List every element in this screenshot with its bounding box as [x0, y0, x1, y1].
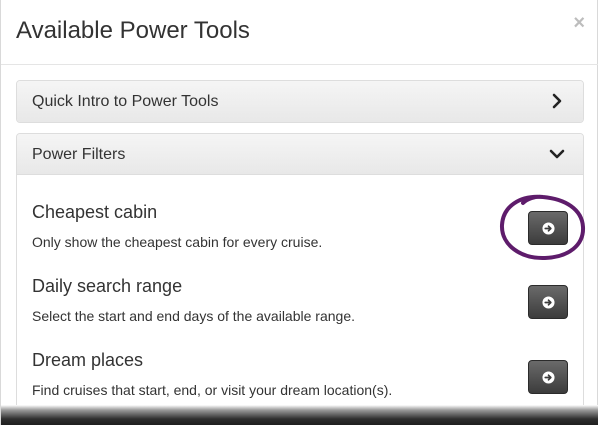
tool-title: Cheapest cabin	[32, 202, 158, 222]
tool-title: Daily search range	[32, 276, 183, 296]
panel-quick-intro: Quick Intro to Power Tools	[16, 80, 584, 123]
panel-quick-intro-title: Quick Intro to Power Tools	[32, 93, 219, 110]
arrow-circle-right-icon	[542, 222, 555, 235]
arrow-circle-right-icon	[542, 371, 555, 384]
arrow-circle-right-icon	[542, 296, 555, 309]
panel-power-filters: Power Filters Cheapest cabin Only show t…	[16, 133, 584, 425]
tool-description: Find cruises that start, end, or visit y…	[32, 382, 393, 398]
modal-title: Available Power Tools	[16, 17, 250, 44]
cheapest-cabin-go-button[interactable]	[528, 211, 568, 245]
bottom-shadow	[1, 405, 598, 425]
close-button[interactable]: ×	[573, 13, 585, 33]
daily-search-range-go-button[interactable]	[528, 285, 568, 319]
modal-header: Available Power Tools ×	[1, 0, 598, 65]
power-tools-modal: Available Power Tools × Quick Intro to P…	[0, 0, 598, 425]
panel-power-filters-title: Power Filters	[32, 146, 126, 163]
tool-description: Select the start and end days of the ava…	[32, 308, 355, 324]
panel-quick-intro-heading[interactable]: Quick Intro to Power Tools	[17, 81, 583, 122]
chevron-down-icon	[549, 149, 565, 159]
tool-description: Only show the cheapest cabin for every c…	[32, 234, 323, 250]
tool-title: Dream places	[32, 350, 144, 370]
panel-power-filters-heading[interactable]: Power Filters	[17, 134, 583, 175]
chevron-right-icon	[552, 93, 562, 109]
dream-places-go-button[interactable]	[528, 360, 568, 394]
